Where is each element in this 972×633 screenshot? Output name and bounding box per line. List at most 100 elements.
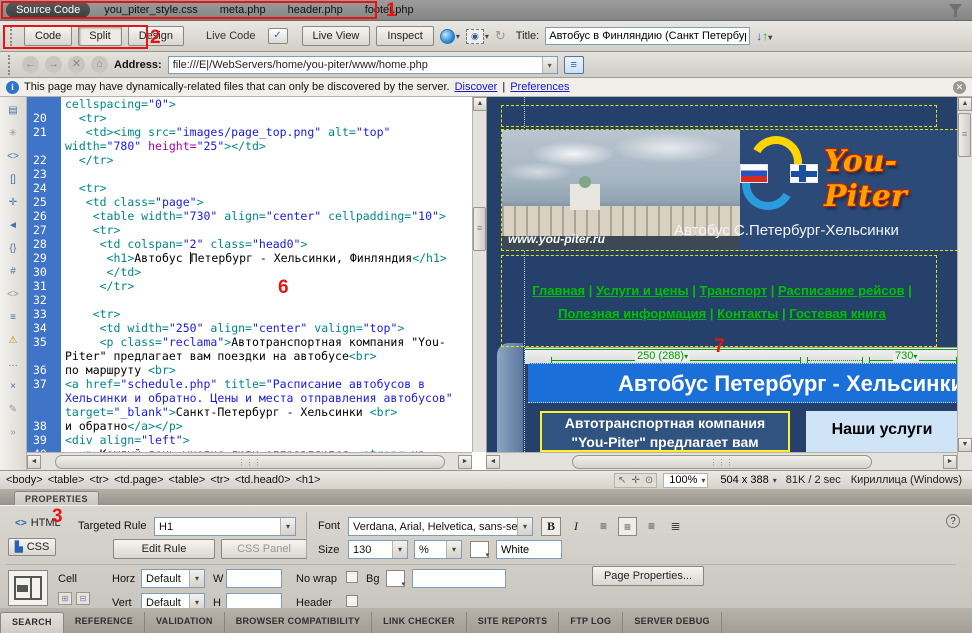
tag-selector-item[interactable]: <h1> (296, 474, 321, 486)
file-management-icon[interactable]: ↓↑▾ (756, 29, 772, 43)
font-combo[interactable]: Verdana, Arial, Helvetica, sans-serif▾ (348, 517, 533, 536)
size-combo[interactable]: 130▾ (348, 540, 408, 559)
design-scroll-up-icon[interactable]: ▲ (958, 97, 972, 111)
results-tab-ftp-log[interactable]: FTP LOG (559, 612, 623, 633)
css-mode-button[interactable]: ▙ CSS (8, 538, 56, 556)
menu-link[interactable]: Услуги и цены (596, 283, 689, 298)
tag-selector-item[interactable]: <td.page> (114, 474, 164, 486)
tag-selector-item[interactable]: <body> (6, 474, 43, 486)
expand-all-icon[interactable]: ✛ (4, 195, 22, 211)
w-input[interactable] (226, 569, 282, 588)
properties-tab[interactable]: PROPERTIES (14, 491, 99, 505)
forward-icon[interactable]: → (45, 56, 62, 73)
reclama-cell[interactable]: Автотранспортная компания "You-Piter" пр… (540, 411, 790, 452)
column-width-menu[interactable]: 250 (288)▾ (635, 350, 690, 362)
targeted-rule-combo[interactable]: H1▾ (154, 517, 296, 536)
bold-button[interactable]: B (541, 517, 561, 536)
remove-comment-icon[interactable]: × (4, 379, 22, 395)
preferences-link[interactable]: Preferences (510, 81, 569, 93)
results-tab-search[interactable]: SEARCH (0, 612, 64, 633)
results-tab-validation[interactable]: VALIDATION (145, 612, 225, 633)
discover-link[interactable]: Discover (455, 81, 498, 93)
live-code-button[interactable]: Live Code (200, 27, 262, 45)
preview-in-browser-icon[interactable]: ▾ (440, 29, 460, 44)
design-hscroll-thumb[interactable]: ⋮⋮⋮ (572, 455, 872, 469)
back-icon[interactable]: ← (22, 56, 39, 73)
bg-color-swatch[interactable] (386, 570, 405, 587)
live-view-button[interactable]: Live View (302, 26, 371, 46)
design-scroll-left-icon[interactable]: ◄ (486, 455, 500, 469)
inspect-button[interactable]: Inspect (376, 26, 433, 46)
menu-link[interactable]: Полезная информация (558, 306, 706, 321)
address-input[interactable] (169, 58, 542, 72)
code-hscroll-thumb[interactable]: ⋮⋮⋮ (55, 455, 445, 469)
menu-link[interactable]: Главная (532, 283, 585, 298)
menu-link[interactable]: Расписание рейсов (778, 283, 904, 298)
visual-aids-icon[interactable]: ◉▾ (466, 29, 489, 44)
tag-selector-item[interactable]: <table> (48, 474, 85, 486)
results-tab-link-checker[interactable]: LINK CHECKER (372, 612, 467, 633)
css-panel-button[interactable]: CSS Panel (221, 539, 307, 559)
filter-related-files-icon[interactable] (949, 4, 962, 17)
split-cell-icon[interactable]: ⊟ (76, 592, 90, 605)
collapse-full-tag-icon[interactable]: <> (4, 149, 22, 165)
bg-input[interactable] (412, 569, 506, 588)
scroll-left-icon[interactable]: ◄ (27, 455, 41, 469)
zoom-tool-icon[interactable]: ⊙ (645, 475, 653, 486)
design-horizontal-scrollbar[interactable]: ◄ ⋮⋮⋮ ► (486, 452, 957, 470)
address-dropdown-icon[interactable]: ▾ (542, 57, 557, 73)
code-vscroll-thumb[interactable] (473, 207, 486, 251)
design-vscroll-thumb[interactable] (958, 113, 971, 157)
results-tab-browser-compatibility[interactable]: BROWSER COMPATIBILITY (225, 612, 372, 633)
site-banner-image[interactable]: You-Piter Автобус С.Петербург-Хельсинки … (501, 129, 957, 251)
merge-cells-icon[interactable]: ⊞ (58, 592, 72, 605)
select-tool-icon[interactable]: ↖ (618, 475, 626, 486)
infobar-close-icon[interactable]: ✕ (953, 81, 966, 94)
balance-braces-icon[interactable]: {} (4, 241, 22, 257)
menu-link[interactable]: Транспорт (700, 283, 768, 298)
collapse-selection-icon[interactable]: [] (4, 172, 22, 188)
align-left-icon[interactable]: ≡ (594, 517, 613, 536)
design-scroll-right-icon[interactable]: ► (943, 455, 957, 469)
stop-icon[interactable]: ✕ (68, 56, 85, 73)
results-tab-reference[interactable]: REFERENCE (64, 612, 145, 633)
refresh-design-view-icon[interactable]: ↻ (495, 28, 506, 44)
page-h1-banner[interactable]: Автобус Петербург - Хельсинки (528, 363, 957, 403)
home-icon[interactable]: ⌂ (91, 56, 108, 73)
services-cell[interactable]: Наши услуги (806, 411, 957, 452)
apply-source-formatting-icon[interactable]: ≡ (4, 310, 22, 326)
code-vertical-scrollbar[interactable]: ▲ (472, 97, 486, 452)
hand-tool-icon[interactable]: ✛ (631, 475, 639, 486)
align-right-icon[interactable]: ≡ (642, 517, 661, 536)
format-source-code-icon[interactable]: ✎ (4, 402, 22, 418)
justify-icon[interactable]: ≣ (666, 517, 685, 536)
no-wrap-checkbox[interactable] (346, 571, 358, 583)
scroll-up-icon[interactable]: ▲ (473, 97, 487, 111)
tag-selector-item[interactable]: <tr> (89, 474, 109, 486)
unit-combo[interactable]: %▾ (414, 540, 462, 559)
menu-link[interactable]: Контакты (717, 306, 778, 321)
open-documents-icon[interactable]: ▤ (4, 103, 22, 119)
line-numbers-icon[interactable]: # (4, 264, 22, 280)
color-value-input[interactable] (496, 540, 562, 559)
design-scroll-down-icon[interactable]: ▼ (958, 438, 972, 452)
view-options-icon[interactable]: ≡ (564, 56, 584, 74)
results-tab-server-debug[interactable]: SERVER DEBUG (623, 612, 721, 633)
select-parent-tag-icon[interactable]: ◄ (4, 218, 22, 234)
table-width-menu[interactable]: 730▾ (893, 350, 919, 362)
magnification-combo[interactable]: 100%▾ (663, 473, 708, 488)
italic-button[interactable]: I (566, 517, 586, 536)
more-options-icon[interactable]: » (4, 425, 22, 441)
edit-rule-button[interactable]: Edit Rule (113, 539, 215, 559)
tag-selector-item[interactable]: <table> (169, 474, 206, 486)
code-navigator-icon[interactable]: ✳ (4, 126, 22, 142)
tag-selector-item[interactable]: <tr> (210, 474, 230, 486)
title-input[interactable] (545, 27, 750, 45)
text-color-swatch[interactable] (470, 541, 489, 558)
syntax-error-alerts-icon[interactable]: <> (4, 287, 22, 303)
help-icon[interactable]: ? (946, 514, 960, 528)
check-browser-compatibility-icon[interactable]: ✓ (268, 28, 288, 44)
tag-selector-item[interactable]: <td.head0> (235, 474, 291, 486)
align-center-icon[interactable]: ≡ (618, 517, 637, 536)
design-view-pane[interactable]: You-Piter Автобус С.Петербург-Хельсинки … (486, 97, 957, 452)
